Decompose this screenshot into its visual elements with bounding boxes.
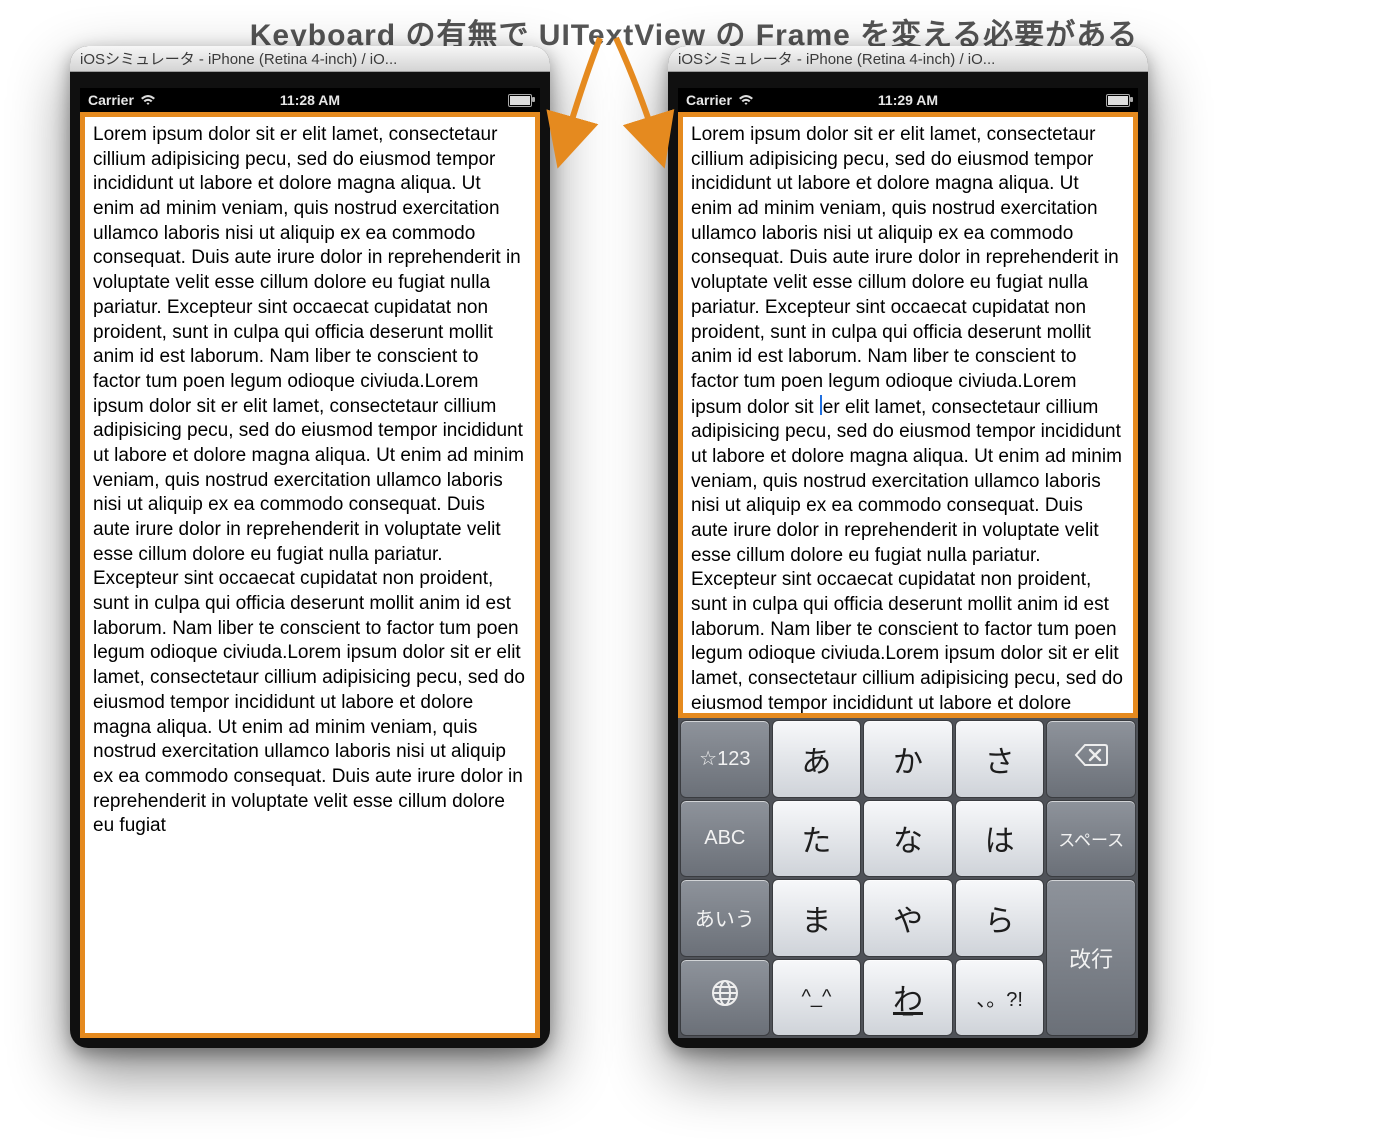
key-ra[interactable]: ら	[955, 879, 1045, 957]
key-ha[interactable]: は	[955, 800, 1045, 878]
key-na[interactable]: な	[863, 800, 953, 878]
battery-icon	[1106, 94, 1130, 107]
backspace-icon	[1073, 741, 1109, 777]
device-screen: Carrier 11:28 AM Lorem ipsum dolor sit e…	[80, 88, 540, 1038]
key-globe[interactable]	[680, 959, 770, 1037]
wifi-icon	[738, 94, 754, 106]
key-ma[interactable]: ま	[772, 879, 862, 957]
simulator-window-right: iOSシミュレータ - iPhone (Retina 4-inch) / iO.…	[668, 46, 1148, 1048]
key-num-mode[interactable]: ☆123	[680, 720, 770, 798]
simulator-window-left: iOSシミュレータ - iPhone (Retina 4-inch) / iO.…	[70, 46, 550, 1048]
key-abc-mode[interactable]: ABC	[680, 800, 770, 878]
key-ka[interactable]: か	[863, 720, 953, 798]
key-kana-mode[interactable]: あいう	[680, 879, 770, 957]
key-emoticon[interactable]: ^_^	[772, 959, 862, 1037]
key-space[interactable]: スペース	[1046, 800, 1136, 878]
jp-kana-keyboard: ☆123 あ か さ ABC た な は スペース あいう ま や	[678, 718, 1138, 1038]
mac-window-title: iOSシミュレータ - iPhone (Retina 4-inch) / iO.…	[70, 46, 550, 72]
globe-icon	[709, 977, 741, 1017]
mac-window-title: iOSシミュレータ - iPhone (Retina 4-inch) / iO.…	[668, 46, 1148, 72]
uitextview[interactable]: Lorem ipsum dolor sit er elit lamet, con…	[678, 112, 1138, 718]
status-bar: Carrier 11:29 AM	[678, 88, 1138, 112]
textview-content-b: er elit lamet, consectetaur cillium adip…	[93, 396, 525, 837]
key-ta[interactable]: た	[772, 800, 862, 878]
textview-content-a: Lorem ipsum dolor sit er elit lamet, con…	[691, 124, 1119, 417]
carrier-label: Carrier	[88, 92, 134, 108]
key-a[interactable]: あ	[772, 720, 862, 798]
textview-content-a: Lorem ipsum dolor sit er elit lamet, con…	[93, 124, 521, 417]
key-return[interactable]: 改行	[1046, 879, 1136, 1036]
key-ya[interactable]: や	[863, 879, 953, 957]
figure-stage: Keyboard の有無で UITextView の Frame を変える必要が…	[0, 0, 1388, 1142]
textview-content-b: er elit lamet, consectetaur cillium adip…	[691, 396, 1123, 718]
carrier-label: Carrier	[686, 92, 732, 108]
key-backspace[interactable]	[1046, 720, 1136, 798]
key-wa-sub: ー	[901, 1005, 914, 1024]
battery-icon	[508, 94, 532, 107]
key-wa[interactable]: わ ー	[863, 959, 953, 1037]
text-caret	[820, 395, 822, 416]
wifi-icon	[140, 94, 156, 106]
status-bar: Carrier 11:28 AM	[80, 88, 540, 112]
key-punct[interactable]: 、。?!	[955, 959, 1045, 1037]
uitextview[interactable]: Lorem ipsum dolor sit er elit lamet, con…	[80, 112, 540, 1038]
device-screen: Carrier 11:29 AM Lorem ipsum dolor sit e…	[678, 88, 1138, 1038]
key-sa[interactable]: さ	[955, 720, 1045, 798]
